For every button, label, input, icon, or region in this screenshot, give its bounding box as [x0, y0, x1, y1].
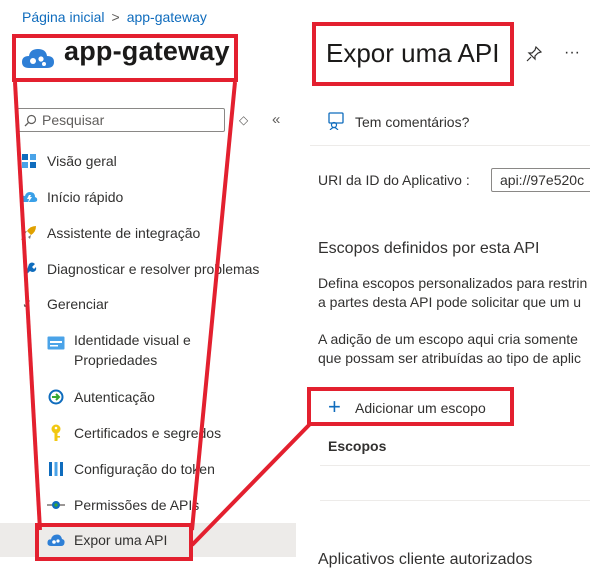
- nav-label: Configuração do token: [74, 461, 215, 477]
- nav-section-manage[interactable]: ✓ Gerenciar: [20, 287, 109, 321]
- nav-label-line: Propriedades: [74, 352, 158, 368]
- nav-label-wrapped: Identidade visual e Propriedades: [74, 330, 191, 370]
- chevron-down-icon: ✓: [21, 297, 33, 311]
- nav-item-api-permissions[interactable]: Permissões de APIs: [47, 488, 199, 522]
- scopes-section-title: Escopos definidos por esta API: [318, 240, 540, 257]
- highlight-expose-api: [35, 523, 193, 561]
- scopes-header-divider: [320, 465, 590, 466]
- search-icon: [24, 114, 37, 127]
- scopes-note: que possam ser atribuídas ao tipo de apl…: [318, 350, 582, 366]
- nav-label: Assistente de integração: [47, 225, 201, 241]
- scopes-column-header: Escopos: [328, 438, 387, 454]
- nav-item-token-configuration[interactable]: Configuração do token: [47, 452, 215, 486]
- uri-label: URI da ID do Aplicativo :: [318, 172, 470, 188]
- feedback-button[interactable]: Tem comentários?: [355, 114, 469, 130]
- nav-item-overview[interactable]: Visão geral: [20, 144, 117, 178]
- breadcrumb-home-link[interactable]: Página inicial: [22, 9, 105, 25]
- highlight-add-scope: [307, 387, 514, 426]
- scopes-description: a partes desta API pode solicitar que um…: [318, 294, 582, 310]
- scopes-note: A adição de um escopo aqui cria somente: [318, 331, 578, 347]
- feedback-icon[interactable]: [328, 112, 346, 135]
- nav-label: Certificados e segredos: [74, 425, 222, 441]
- scopes-description: Defina escopos personalizados para restr…: [318, 275, 588, 291]
- rocket-icon: [20, 224, 38, 242]
- search-input[interactable]: Pesquisar: [17, 108, 225, 132]
- application-id-uri-field[interactable]: api://97e520c: [491, 168, 590, 192]
- pin-icon[interactable]: [526, 45, 543, 67]
- nav-label: Início rápido: [47, 189, 124, 205]
- wrench-icon: [20, 260, 38, 278]
- nav-label: Autenticação: [74, 389, 155, 405]
- scopes-table-divider: [320, 500, 590, 501]
- highlight-app-title: [12, 34, 238, 82]
- cloud-bolt-icon: [20, 188, 38, 206]
- toolbar-divider: [310, 145, 590, 146]
- breadcrumb-separator-icon: >: [111, 9, 120, 25]
- key-icon: [47, 424, 65, 442]
- grid-icon: [20, 152, 38, 170]
- nav-item-branding[interactable]: Identidade visual e Propriedades: [47, 330, 191, 374]
- search-placeholder: Pesquisar: [42, 112, 105, 128]
- nav-label-line: Identidade visual e: [74, 332, 191, 348]
- authorized-clients-title: Aplicativos cliente autorizados: [318, 551, 533, 568]
- branding-card-icon: [47, 334, 65, 352]
- nav-item-diagnose[interactable]: Diagnosticar e resolver problemas: [20, 252, 259, 286]
- breadcrumb: Página inicial > app-gateway: [22, 9, 207, 25]
- nav-label: Permissões de APIs: [74, 497, 200, 513]
- nav-item-quickstart[interactable]: Início rápido: [20, 180, 123, 214]
- breadcrumb-current-link[interactable]: app-gateway: [127, 9, 207, 25]
- nav-item-integration-assistant[interactable]: Assistente de integração: [20, 216, 200, 250]
- token-bars-icon: [47, 460, 65, 478]
- nav-item-authentication[interactable]: Autenticação: [47, 380, 155, 414]
- api-permissions-icon: [47, 496, 65, 514]
- nav-item-certificates[interactable]: Certificados e segredos: [47, 416, 221, 450]
- ellipsis-icon[interactable]: ···: [564, 44, 580, 62]
- expand-collapse-icon[interactable]: ◇: [239, 113, 248, 127]
- authentication-icon: [47, 388, 65, 406]
- collapse-sidebar-icon[interactable]: «: [272, 111, 280, 128]
- highlight-page-title: [312, 22, 514, 86]
- nav-label: Visão geral: [47, 153, 117, 169]
- nav-label: Diagnosticar e resolver problemas: [47, 261, 260, 277]
- nav-section-label: Gerenciar: [47, 296, 109, 312]
